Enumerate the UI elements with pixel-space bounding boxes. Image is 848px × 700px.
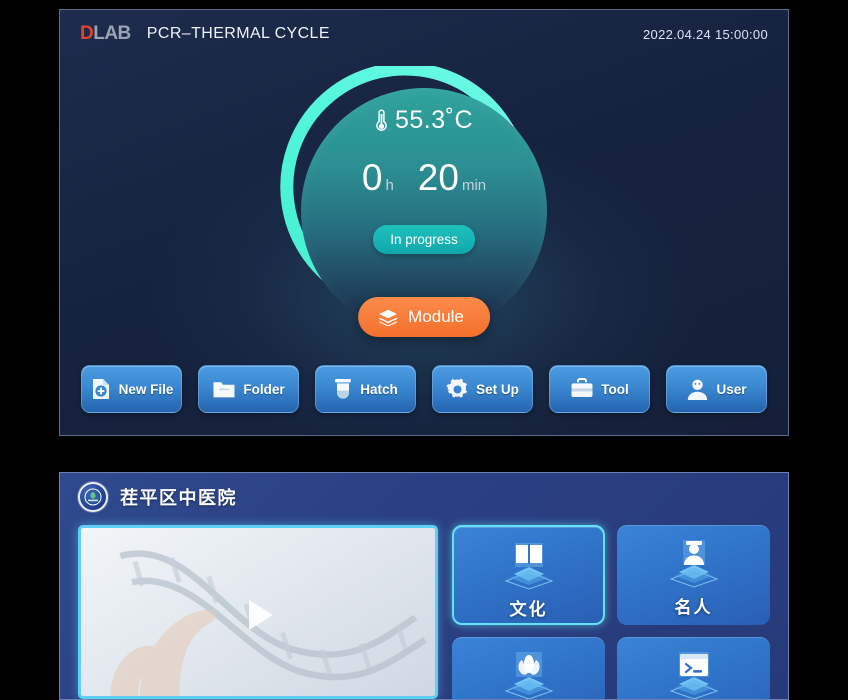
hospital-emblem-icon [78, 482, 108, 512]
status-badge: In progress [373, 225, 475, 254]
folder-button[interactable]: Folder [198, 365, 299, 413]
tile-celebrity[interactable]: 名人 [617, 525, 770, 625]
folder-label: Folder [243, 381, 285, 397]
culture-tile-label: 文化 [509, 600, 548, 619]
temperature-readout: 55.3˚C [375, 106, 473, 135]
tile-herb[interactable] [452, 637, 605, 699]
temperature-value: 55.3˚C [394, 106, 474, 134]
module-button[interactable]: Module [358, 297, 490, 337]
user-label: User [716, 381, 747, 397]
tool-label: Tool [601, 381, 629, 397]
user-icon [688, 379, 708, 400]
new-file-label: New File [118, 381, 174, 397]
terminal-tile-icon [657, 649, 731, 699]
logo-suffix: LAB [93, 23, 131, 44]
pcr-device-panel: D LAB PCR–THERMAL CYCLE 2022.04.24 15:00:… [59, 9, 789, 436]
new-file-icon [92, 379, 109, 399]
book-icon [504, 543, 553, 590]
hours-unit: h [385, 177, 394, 194]
tool-button[interactable]: Tool [549, 365, 650, 413]
device-toolbar: New File Folder Hatch Set Up Tool User [60, 365, 788, 413]
culture-tile-icon [492, 539, 566, 591]
minutes-value: 20 [417, 157, 459, 198]
play-icon[interactable] [231, 588, 285, 642]
hours-value: 0 [361, 157, 383, 198]
video-player[interactable] [78, 525, 438, 699]
herb-tile-icon [492, 649, 566, 699]
lotus-icon [504, 652, 553, 699]
pcr-header: D LAB PCR–THERMAL CYCLE 2022.04.24 15:00:… [60, 10, 788, 58]
kiosk-header: 茬平区中医院 [60, 473, 788, 521]
doctor-icon [669, 540, 718, 588]
terminal-icon [669, 652, 718, 699]
new-file-button[interactable]: New File [81, 365, 182, 413]
hospital-kiosk-panel: 茬平区中医院 文化 名人 [59, 472, 789, 700]
layers-icon [379, 309, 398, 326]
celebrity-tile-icon [657, 537, 731, 589]
celebrity-tile-label: 名人 [674, 598, 713, 617]
hours-group: 0h [362, 157, 394, 199]
logo-prefix: D [80, 23, 94, 44]
gear-icon [446, 378, 468, 398]
beaker-icon [335, 379, 352, 399]
menu-tiles: 文化 名人 [452, 525, 770, 699]
clock-timestamp: 2022.04.24 15:00:00 [643, 26, 768, 42]
dlab-logo: D LAB [80, 23, 131, 45]
minutes-unit: min [461, 177, 487, 194]
hatch-button[interactable]: Hatch [315, 365, 416, 413]
setup-button[interactable]: Set Up [432, 365, 533, 413]
screen: D LAB PCR–THERMAL CYCLE 2022.04.24 15:00:… [0, 0, 848, 700]
module-button-label: Module [408, 307, 464, 326]
tile-terminal[interactable] [617, 637, 770, 699]
time-remaining: 0h 20 min [362, 157, 486, 199]
folder-icon [213, 382, 235, 398]
toolbox-icon [571, 378, 593, 397]
emblem-glyph-icon [84, 488, 102, 506]
hospital-name: 茬平区中医院 [120, 488, 237, 508]
hatch-label: Hatch [360, 381, 398, 397]
setup-label: Set Up [476, 381, 519, 397]
user-button[interactable]: User [666, 365, 767, 413]
tile-culture[interactable]: 文化 [452, 525, 605, 625]
minutes-group: 20 min [418, 157, 486, 199]
page-title: PCR–THERMAL CYCLE [146, 25, 330, 42]
kiosk-body: 文化 名人 [78, 525, 770, 699]
thermometer-icon [376, 109, 387, 131]
